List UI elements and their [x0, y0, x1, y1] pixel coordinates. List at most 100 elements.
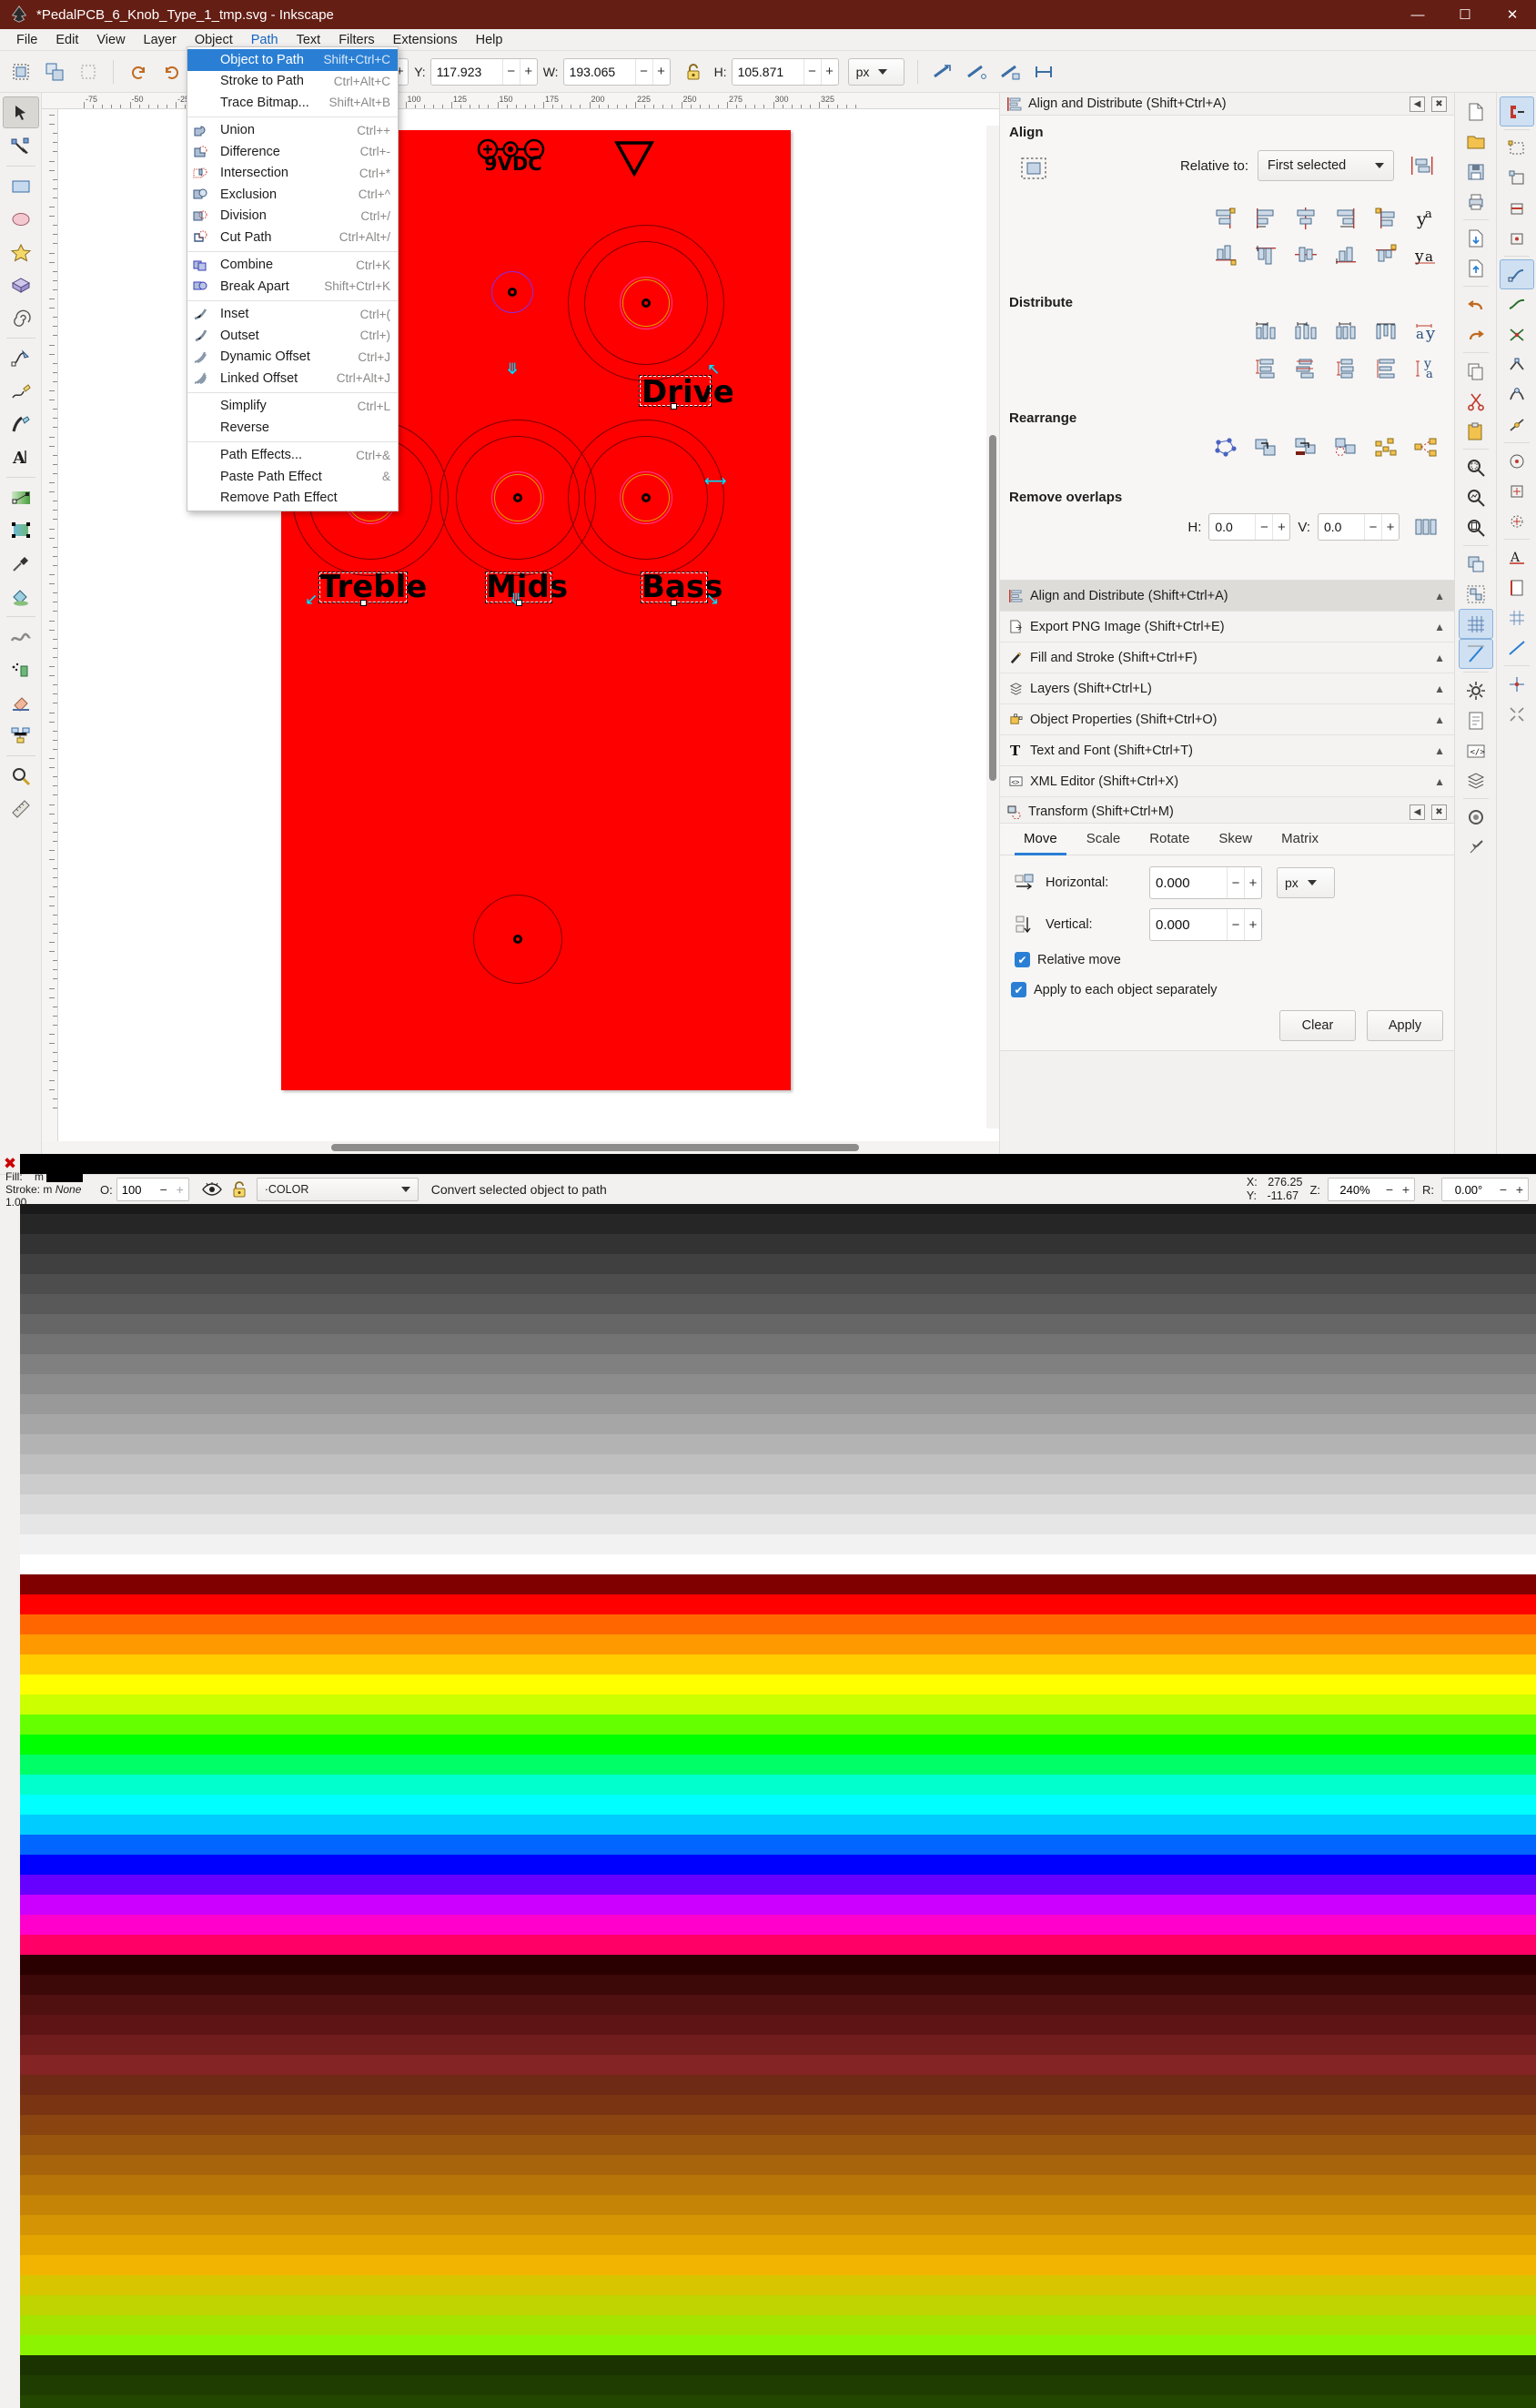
palette-swatch[interactable]: [20, 1674, 1536, 1695]
guides-toggle-icon[interactable]: [1458, 639, 1493, 669]
menu-item-object-to-path[interactable]: Object to Path Shift+Ctrl+C: [187, 49, 398, 71]
snap-smooth-nodes-icon[interactable]: [1500, 379, 1534, 410]
distribute-text-baselines-vertically-icon[interactable]: ya: [1407, 352, 1445, 385]
bass-label-selection[interactable]: [641, 572, 708, 603]
horizontal-plus-button[interactable]: +: [1244, 867, 1261, 898]
chevron-up-icon[interactable]: ▲: [1434, 775, 1445, 788]
zoom-plus-button[interactable]: +: [1398, 1182, 1414, 1197]
relative-to-dropdown[interactable]: First selected: [1258, 150, 1394, 181]
h-input[interactable]: [732, 58, 803, 85]
palette-swatch[interactable]: [20, 1995, 1536, 2015]
tool-eraser[interactable]: [3, 686, 39, 718]
zoom-input[interactable]: [1329, 1179, 1381, 1200]
align-left-edges-to-right-anchor-icon[interactable]: [1367, 202, 1405, 235]
menu-item-dynamic-offset[interactable]: Dynamic Offset Ctrl+J: [187, 347, 398, 369]
palette-swatch[interactable]: [20, 1414, 1536, 1434]
vertical-plus-button[interactable]: +: [1244, 909, 1261, 940]
tool-spiral[interactable]: [3, 301, 39, 333]
menu-edit[interactable]: Edit: [46, 29, 87, 51]
palette-swatch[interactable]: [20, 1695, 1536, 1715]
treble-label-selection[interactable]: [318, 572, 408, 603]
vertical-ruler[interactable]: [42, 109, 58, 1141]
snap-guide-icon[interactable]: [1500, 632, 1534, 663]
transform-dialog-collapse-button[interactable]: ◀: [1410, 804, 1425, 820]
chevron-up-icon[interactable]: ▲: [1434, 744, 1445, 757]
palette-swatch[interactable]: [20, 1214, 1536, 1234]
dock-header-object-properties[interactable]: Object Properties (Shift+Ctrl+O) ▲: [1000, 704, 1454, 735]
duplicate-icon[interactable]: [1459, 549, 1493, 579]
palette-swatch[interactable]: [20, 2375, 1536, 2395]
distribute-top-edges-icon[interactable]: [1247, 352, 1285, 385]
menu-item-intersection[interactable]: Intersection Ctrl+*: [187, 163, 398, 185]
palette-swatch[interactable]: [20, 2135, 1536, 2155]
dock-header-align-and-distribute[interactable]: Align and Distribute (Shift+Ctrl+A) ▲: [1000, 581, 1454, 612]
redo-icon[interactable]: [1459, 319, 1493, 349]
snap-bbox-midpoint-icon[interactable]: [1500, 223, 1534, 253]
snap-bbox-edge-icon[interactable]: [1500, 193, 1534, 223]
palette-swatch[interactable]: [20, 2095, 1536, 2115]
rotate-cw-icon[interactable]: [157, 57, 187, 86]
palette-swatch[interactable]: [20, 1554, 1536, 1574]
tool-node-editor[interactable]: [3, 129, 39, 161]
dock-header-layers[interactable]: Layers (Shift+Ctrl+L) ▲: [1000, 673, 1454, 704]
palette-swatch[interactable]: [20, 1314, 1536, 1334]
open-document-icon[interactable]: [1459, 126, 1493, 157]
palette-swatch[interactable]: [20, 1855, 1536, 1875]
tool-mesh-gradient[interactable]: [3, 514, 39, 546]
dock-header-export-png-image[interactable]: Export PNG Image (Shift+Ctrl+E) ▲: [1000, 612, 1454, 642]
distribute-centers-horizontally-icon[interactable]: [1287, 316, 1325, 349]
align-right-edges-icon[interactable]: [1327, 202, 1365, 235]
menu-item-outset[interactable]: Outset Ctrl+): [187, 325, 398, 347]
rotation-plus-button[interactable]: +: [1511, 1182, 1528, 1197]
document-properties-icon[interactable]: [1459, 705, 1493, 735]
w-spinner[interactable]: − +: [562, 57, 671, 86]
align-bottoms-to-top-anchor-icon[interactable]: [1367, 238, 1405, 271]
palette-swatch[interactable]: [20, 2355, 1536, 2375]
drive-label-selection[interactable]: [639, 375, 712, 407]
group-icon[interactable]: [1459, 579, 1493, 609]
palette-swatch[interactable]: [20, 1795, 1536, 1815]
bass-rotate-handle[interactable]: [671, 600, 677, 606]
palette-swatch[interactable]: [20, 1775, 1536, 1795]
snap-enable-icon[interactable]: [1499, 96, 1534, 126]
drive-resize-arrow-ne[interactable]: ↖: [707, 362, 720, 378]
print-document-icon[interactable]: [1459, 187, 1493, 217]
clear-button[interactable]: Clear: [1279, 1010, 1356, 1041]
h-plus-button[interactable]: +: [820, 58, 838, 85]
menu-item-stroke-to-path[interactable]: Stroke to Path Ctrl+Alt+C: [187, 71, 398, 93]
w-plus-button[interactable]: +: [652, 58, 670, 85]
exchange-positions-stacking-order-icon[interactable]: [1287, 431, 1325, 464]
palette-swatch[interactable]: [20, 1955, 1536, 1975]
overlap-v-minus-button[interactable]: −: [1364, 514, 1381, 540]
tool-text[interactable]: A: [3, 440, 39, 472]
snap-path-intersection-icon[interactable]: [1500, 319, 1534, 349]
opacity-spinner[interactable]: − +: [116, 1178, 189, 1201]
menu-item-remove-path-effect[interactable]: Remove Path Effect: [187, 488, 398, 510]
menu-item-linked-offset[interactable]: Linked Offset Ctrl+Alt+J: [187, 368, 398, 390]
palette-swatch[interactable]: [20, 2215, 1536, 2235]
snap-rotation-center-icon[interactable]: [1500, 506, 1534, 536]
zoom-page-icon[interactable]: [1459, 512, 1493, 542]
palette-swatch[interactable]: [20, 1574, 1536, 1594]
horizontal-scrollbar[interactable]: [42, 1141, 999, 1154]
palette-swatch[interactable]: [20, 1394, 1536, 1414]
vertical-input[interactable]: [1150, 909, 1227, 940]
dock-header-text-and-font[interactable]: T Text and Font (Shift+Ctrl+T) ▲: [1000, 735, 1454, 766]
affect-gradients-icon[interactable]: [995, 57, 1026, 86]
vertical-spinner[interactable]: − +: [1149, 908, 1262, 941]
palette-swatch[interactable]: [20, 1154, 1536, 1174]
tool-paint-bucket[interactable]: [3, 580, 39, 612]
select-all-icon[interactable]: [5, 57, 36, 86]
transform-dialog-close-button[interactable]: ✖: [1431, 804, 1447, 820]
menu-item-union[interactable]: Union Ctrl++: [187, 120, 398, 142]
palette-swatch[interactable]: [20, 1915, 1536, 1935]
menu-item-combine[interactable]: Combine Ctrl+K: [187, 255, 398, 277]
y-plus-button[interactable]: +: [519, 58, 537, 85]
tool-ellipse[interactable]: [3, 203, 39, 235]
palette-swatch[interactable]: [20, 1274, 1536, 1294]
minimize-button[interactable]: —: [1394, 0, 1441, 29]
layer-selector[interactable]: ·COLOR: [256, 1178, 419, 1201]
opacity-minus-button[interactable]: −: [156, 1182, 172, 1197]
tool-star[interactable]: [3, 236, 39, 268]
deselect-icon[interactable]: [73, 57, 104, 86]
